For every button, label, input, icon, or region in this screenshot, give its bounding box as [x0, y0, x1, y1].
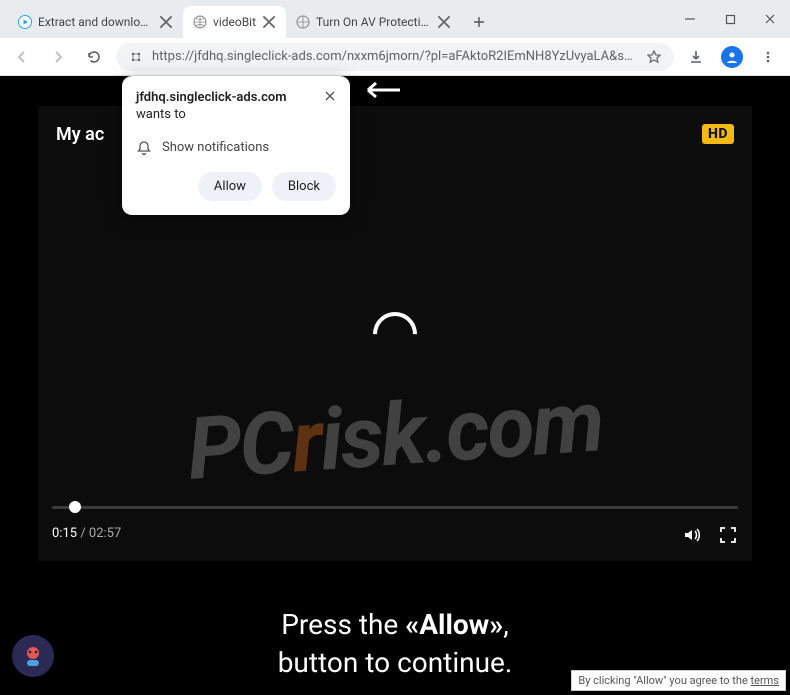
disclaimer-bar: By clicking "Allow" you agree to the ter… [571, 670, 786, 691]
globe-icon [296, 15, 310, 29]
bookmark-icon[interactable] [646, 49, 662, 65]
progress-thumb[interactable] [69, 501, 81, 513]
chat-bot-icon[interactable] [12, 635, 54, 677]
browser-toolbar: https://jfdhq.singleclick-ads.com/nxxm6j… [0, 38, 790, 76]
tab-1[interactable]: Extract and download audio an… [8, 6, 183, 38]
fullscreen-icon[interactable] [718, 525, 738, 545]
browser-titlebar: Extract and download audio an… videoBit … [0, 0, 790, 38]
new-tab-button[interactable] [465, 8, 493, 36]
close-icon[interactable] [262, 15, 276, 29]
site-settings-icon[interactable] [128, 49, 144, 65]
annotation-arrow-icon [360, 80, 400, 100]
block-button[interactable]: Block [272, 172, 336, 201]
volume-icon[interactable] [682, 525, 702, 545]
url-text: https://jfdhq.singleclick-ads.com/nxxm6j… [152, 49, 638, 64]
tab-label: Extract and download audio an… [38, 15, 153, 29]
terms-link[interactable]: terms [751, 674, 779, 687]
elapsed-time: 0:15 [52, 526, 77, 541]
tab-label: Turn On AV Protection [316, 15, 431, 29]
page-content: My ac HD 0:15 / 02:57 Press the «Allow»,… [0, 76, 790, 695]
address-bar[interactable]: https://jfdhq.singleclick-ads.com/nxxm6j… [116, 43, 674, 71]
close-icon[interactable] [324, 90, 336, 102]
globe-icon [193, 15, 207, 29]
maximize-button[interactable] [710, 0, 750, 38]
tab-label: videoBit [213, 15, 256, 29]
notification-permission-popup: jfdhq.singleclick-ads.com wants to Show … [122, 76, 350, 215]
permission-row: Show notifications [136, 140, 336, 156]
hd-badge: HD [702, 124, 734, 144]
player-controls-right [682, 525, 738, 545]
tab-2-active[interactable]: videoBit [183, 6, 286, 38]
close-window-button[interactable] [750, 0, 790, 38]
tab-3[interactable]: Turn On AV Protection [286, 6, 461, 38]
video-title: My ac [56, 124, 104, 145]
reload-button[interactable] [80, 43, 108, 71]
notification-origin: jfdhq.singleclick-ads.com wants to [136, 90, 316, 124]
minimize-button[interactable] [670, 0, 710, 38]
close-icon[interactable] [437, 15, 451, 29]
allow-button[interactable]: Allow [198, 172, 262, 201]
back-button[interactable] [8, 43, 36, 71]
window-controls [670, 0, 790, 38]
play-icon [18, 15, 32, 29]
forward-button[interactable] [44, 43, 72, 71]
profile-button[interactable] [718, 43, 746, 71]
permission-label: Show notifications [162, 140, 269, 155]
duration: 02:57 [89, 526, 121, 541]
menu-button[interactable] [754, 43, 782, 71]
avatar-icon [721, 46, 743, 68]
close-icon[interactable] [159, 15, 173, 29]
timecode: 0:15 / 02:57 [52, 526, 121, 541]
progress-bar[interactable] [52, 506, 738, 509]
bell-icon [136, 140, 152, 156]
download-icon[interactable] [682, 43, 710, 71]
loading-spinner [364, 302, 426, 364]
